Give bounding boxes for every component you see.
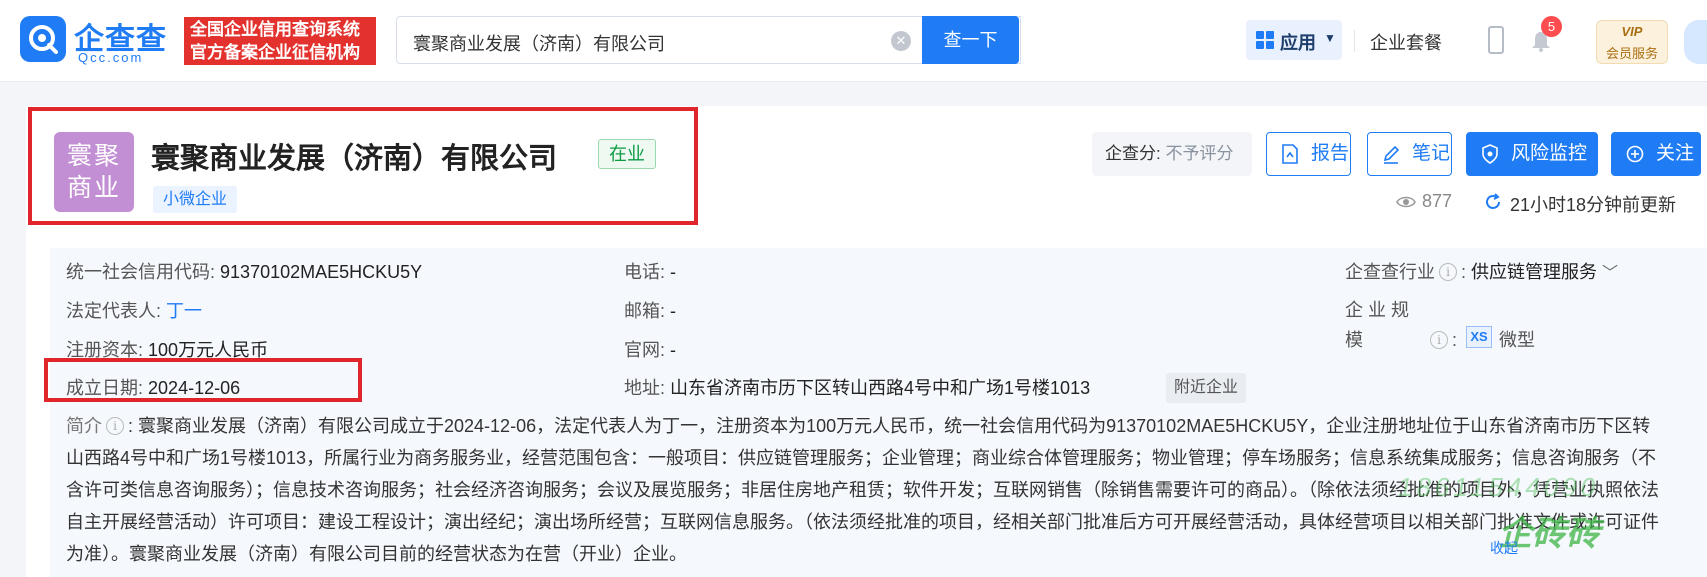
score-value: 不予评分 — [1165, 144, 1234, 163]
highlight-box-company-header — [28, 107, 698, 225]
address-label: 地址: — [624, 378, 666, 398]
divider — [1354, 30, 1355, 52]
mascot-icon[interactable] — [1684, 20, 1707, 64]
slogan-banner: 全国企业信用查询系统 官方备案企业征信机构 — [184, 17, 376, 65]
legal-rep-row: 法定代表人: 丁一 — [66, 297, 202, 323]
company-score[interactable]: 企查分: 不予评分 — [1092, 132, 1252, 176]
slogan-line-1: 全国企业信用查询系统 — [190, 20, 360, 39]
report-label: 报告 — [1311, 143, 1350, 164]
nearby-companies-button[interactable]: 附近企业 — [1166, 373, 1247, 403]
phone-label: 电话: — [624, 262, 666, 282]
apps-grid-icon — [1256, 31, 1274, 49]
info-icon[interactable]: i — [1430, 331, 1449, 349]
mobile-app-icon[interactable] — [1488, 26, 1504, 54]
chevron-down-icon: ▼ — [1324, 31, 1336, 45]
plus-circle-icon — [1626, 145, 1644, 163]
score-label: 企查分: — [1105, 144, 1161, 163]
search-input-value[interactable]: 寰聚商业发展（济南）有限公司 — [413, 30, 665, 56]
website-value: - — [670, 340, 677, 360]
shield-icon — [1482, 144, 1498, 164]
top-navigation-bar: 企查查 Qcc.com 全国企业信用查询系统 官方备案企业征信机构 寰聚商业发展… — [0, 0, 1707, 82]
scale-badge: XS — [1466, 326, 1492, 348]
credit-code-value[interactable]: 91370102MAE5HCKU5Y — [220, 262, 422, 282]
follow-label: 关注 — [1656, 143, 1695, 164]
email-label: 邮箱: — [624, 301, 666, 321]
view-count: 877 — [1422, 191, 1453, 211]
note-label: 笔记 — [1412, 143, 1451, 164]
vip-subtitle: 会员服务 — [1605, 46, 1658, 61]
scale-row: 模 i: — [1345, 330, 1458, 350]
note-button[interactable]: 笔记 — [1367, 132, 1452, 176]
email-value: - — [670, 301, 677, 321]
phone-row: 电话: - — [624, 258, 676, 284]
info-icon[interactable]: i — [1439, 263, 1457, 281]
credit-code-row: 统一社会信用代码: 91370102MAE5HCKU5Y — [66, 258, 422, 284]
website-row: 官网: - — [624, 336, 676, 362]
notification-badge: 5 — [1541, 16, 1562, 37]
industry-value[interactable]: 供应链管理服务 — [1471, 262, 1597, 282]
address-value[interactable]: 山东省济南市历下区转山西路4号中和广场1号楼1013 — [670, 378, 1090, 398]
capital-label: 注册资本: — [66, 340, 144, 360]
scale-label-line-1: 企 业 规 — [1345, 300, 1410, 320]
enterprise-suite-link[interactable]: 企业套餐 — [1370, 29, 1442, 55]
info-icon[interactable]: i — [106, 417, 124, 435]
highlight-box-founded-date — [44, 358, 362, 402]
slogan-line-2: 官方备案企业征信机构 — [190, 43, 360, 62]
report-button[interactable]: 报告 — [1266, 132, 1351, 176]
intro-label: 简介 — [66, 416, 102, 436]
clear-icon[interactable]: ✕ — [891, 31, 911, 51]
industry-label: 企查查行业 — [1345, 262, 1435, 282]
scale-label-line-2: 模 — [1345, 330, 1363, 350]
logo-domain: Qcc.com — [78, 50, 144, 65]
pencil-icon — [1383, 145, 1400, 164]
document-icon — [1282, 144, 1298, 164]
credit-code-label: 统一社会信用代码: — [66, 262, 216, 282]
apps-menu-label: 应用 — [1280, 33, 1316, 53]
website-label: 官网: — [624, 340, 666, 360]
industry-row: 企查查行业 i: 供应链管理服务 ﹀ — [1345, 262, 1619, 282]
legal-rep-link[interactable]: 丁一 — [166, 301, 202, 321]
capital-value: 100万元人民币 — [148, 340, 269, 360]
vip-membership-button[interactable]: VIP 会员服务 — [1596, 20, 1668, 64]
legal-rep-label: 法定代表人: — [66, 301, 162, 321]
risk-monitor-label: 风险监控 — [1511, 143, 1588, 164]
phone-value: - — [670, 262, 677, 282]
refresh-icon[interactable] — [1484, 193, 1502, 211]
scale-value: 微型 — [1499, 330, 1535, 350]
chevron-down-icon[interactable]: ﹀ — [1602, 265, 1618, 282]
vip-title: VIP — [1621, 24, 1643, 39]
apps-menu-button[interactable]: 应用 ▼ — [1246, 20, 1342, 60]
email-row: 邮箱: - — [624, 297, 676, 323]
search-button[interactable]: 查一下 — [922, 16, 1019, 64]
risk-monitor-button[interactable]: 风险监控 — [1466, 132, 1598, 176]
follow-button[interactable]: 关注 — [1611, 132, 1701, 176]
address-row: 地址: 山东省济南市历下区转山西路4号中和广场1号楼1013 — [624, 374, 1090, 400]
view-count-icon — [1396, 196, 1416, 208]
last-updated: 21小时18分钟前更新 — [1510, 195, 1677, 215]
collapse-link[interactable]: 收起 — [1490, 538, 1518, 558]
qcc-logo-icon[interactable] — [20, 16, 66, 62]
watermark-digits: 18611544090 — [1398, 472, 1600, 502]
